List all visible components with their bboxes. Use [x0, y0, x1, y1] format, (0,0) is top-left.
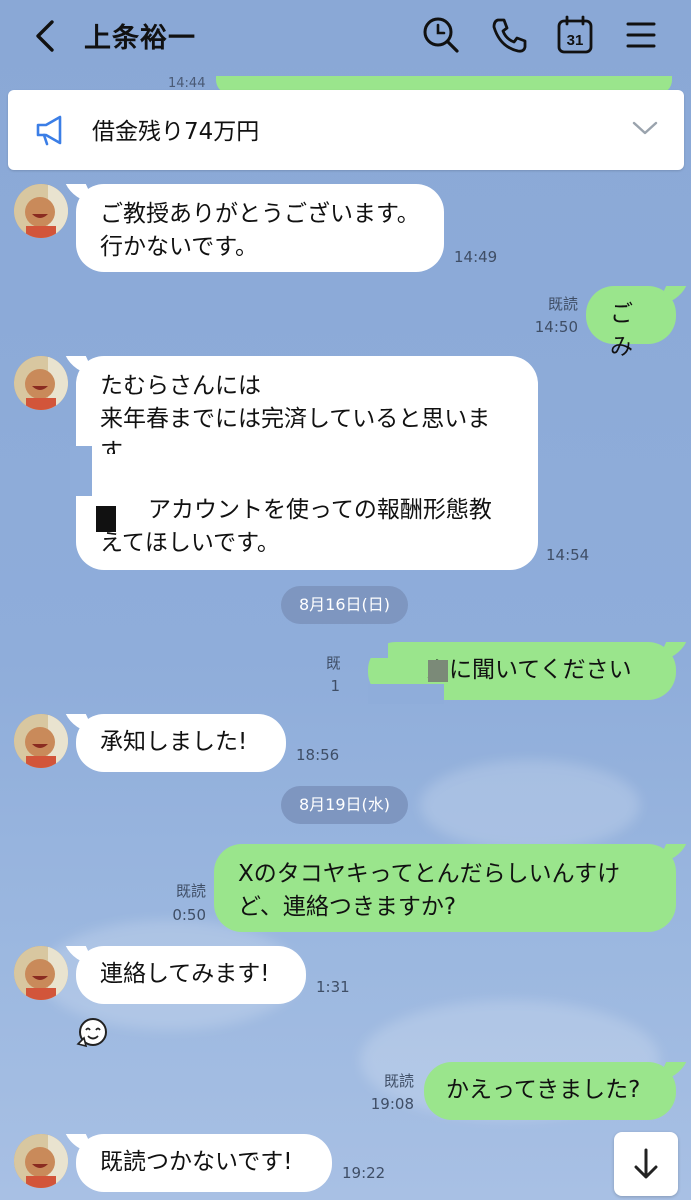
message-time: 18:56 — [296, 746, 340, 764]
message-line: たむらさんには — [100, 373, 261, 399]
message-bubble-incoming[interactable]: 既読つかないです! — [76, 1134, 332, 1192]
message-bubble-outgoing[interactable]: かえってきました? — [424, 1062, 676, 1120]
message-time: 14:49 — [454, 248, 498, 266]
calendar-icon[interactable]: 31 — [554, 14, 596, 56]
message-time: 14:50 — [534, 318, 578, 336]
message-line: 承知しました! — [100, 729, 248, 755]
censor-mask — [368, 642, 388, 658]
date-separator: 8月19日(水) — [281, 786, 409, 824]
message-time: 1 — [330, 677, 340, 695]
sticker-face-icon[interactable] — [76, 1016, 110, 1050]
message-line: 来年春までには完済していると思いま — [100, 406, 491, 432]
message-time: 0:50 — [172, 906, 206, 924]
censor-mask — [368, 684, 444, 704]
read-status: 既読 — [547, 295, 578, 313]
message-bubble-incoming[interactable]: たむらさんには 来年春までには完済していると思いま す アカウントを使っての報酬… — [76, 356, 538, 570]
avatar[interactable] — [14, 946, 68, 1000]
read-status: 既読 — [175, 882, 206, 900]
message-line: アカウントを使っての報酬形態教 — [148, 497, 492, 523]
message-line: Xのタコヤキってとんだらしいんすけ — [238, 861, 621, 887]
back-arrow-icon[interactable] — [30, 16, 64, 56]
announcement-text: 借金残り74万円 — [92, 119, 260, 145]
redaction-block — [428, 660, 448, 682]
search-icon[interactable] — [420, 14, 462, 56]
censor-mask — [70, 446, 92, 496]
avatar[interactable] — [14, 184, 68, 238]
message-line: かえってきました? — [446, 1077, 641, 1103]
chat-header: 上条裕一 31 — [0, 0, 691, 72]
avatar[interactable] — [14, 356, 68, 410]
message-time: 14:54 — [546, 546, 590, 564]
read-status: 既 — [326, 654, 340, 672]
message-bubble-outgoing[interactable]: Xのタコヤキってとんだらしいんすけ ど、連絡つきますか? — [214, 844, 676, 932]
message-line: ど、連絡つきますか? — [238, 894, 457, 920]
chevron-down-icon[interactable] — [632, 120, 658, 136]
background-cloud — [420, 760, 640, 850]
message-line: す — [100, 439, 123, 454]
message-bubble-outgoing[interactable]: ごみ — [586, 286, 676, 360]
message-line: ごみ — [610, 301, 633, 360]
phone-icon[interactable] — [488, 14, 530, 56]
read-status: 既読 — [383, 1072, 414, 1090]
scroll-to-bottom-button[interactable] — [614, 1132, 678, 1196]
avatar[interactable] — [14, 1134, 68, 1188]
message-bubble-incoming[interactable]: 連絡してみます! — [76, 946, 306, 1004]
message-bubble-incoming[interactable]: 承知しました! — [76, 714, 286, 772]
message-line: 行かないです。 — [100, 234, 259, 260]
message-time: 1:31 — [316, 978, 350, 996]
message-time: 19:22 — [342, 1164, 386, 1182]
redaction-block — [96, 506, 116, 532]
arrow-down-icon — [634, 1148, 658, 1179]
menu-icon[interactable] — [620, 14, 662, 56]
announcement-bar[interactable]: 借金残り74万円 — [8, 90, 684, 170]
message-time: 14:44 — [168, 76, 206, 91]
avatar[interactable] — [14, 714, 68, 768]
message-line: 既読つかないです! — [100, 1149, 293, 1175]
message-time: 19:08 — [370, 1095, 414, 1113]
message-line: んに聞いてください — [426, 657, 632, 683]
megaphone-icon — [36, 115, 62, 146]
message-line: ご教授ありがとうございます。 — [100, 201, 420, 227]
calendar-day: 31 — [567, 32, 584, 49]
date-separator: 8月16日(日) — [281, 586, 409, 624]
message-bubble-incoming[interactable]: ご教授ありがとうございます。 行かないです。 — [76, 184, 444, 272]
message-line: えてほしいです。 — [100, 530, 280, 556]
message-line: 連絡してみます! — [100, 961, 270, 987]
chat-title: 上条裕一 — [84, 23, 196, 54]
